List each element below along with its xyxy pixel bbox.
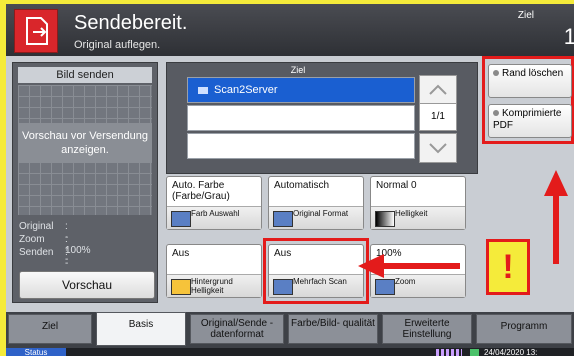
preview-info-original: Original: --- xyxy=(19,221,69,265)
destination-count: 1 xyxy=(563,24,574,49)
tab-destination[interactable]: Ziel xyxy=(8,314,92,344)
tab-program[interactable]: Programm xyxy=(476,314,572,344)
color-selection-button[interactable]: Auto. Farbe (Farbe/Grau) Farb Auswahl xyxy=(166,176,262,230)
background-density-button[interactable]: Aus Hintergrund Helligkeit xyxy=(166,244,262,298)
document-arrow-icon xyxy=(26,17,48,45)
destination-row-selected[interactable]: Scan2Server xyxy=(187,77,415,103)
background-density-icon xyxy=(171,279,191,295)
highlight-box-multiscan xyxy=(263,238,369,304)
destination-row-empty[interactable] xyxy=(187,105,415,131)
page-subtitle: Original auflegen. xyxy=(74,39,161,51)
arrow-up-head-icon xyxy=(544,170,568,196)
device-status-icon xyxy=(470,349,479,356)
tab-bar: Ziel Basis Original/Sende -datenformat F… xyxy=(6,312,574,348)
chevron-up-icon xyxy=(429,84,447,95)
density-button[interactable]: Normal 0 Helligkeit xyxy=(370,176,466,230)
tab-color-quality[interactable]: Farbe/Bild- qualität xyxy=(288,314,378,344)
chevron-down-icon xyxy=(429,143,447,154)
mail-icon xyxy=(198,86,208,94)
home-button[interactable] xyxy=(14,9,58,53)
tab-basic[interactable]: Basis xyxy=(96,312,186,346)
arrow-up-icon xyxy=(553,194,559,264)
status-button[interactable]: Status xyxy=(6,348,66,356)
preview-message: Vorschau vor Versendung anzeigen. xyxy=(18,123,152,163)
top-bar: Sendebereit. Original auflegen. Ziel 1 xyxy=(6,4,574,56)
destination-list: Ziel Scan2Server 1/1 xyxy=(166,62,478,174)
original-size-button[interactable]: Automatisch Original Format xyxy=(268,176,364,230)
preview-info-send: Senden: --- xyxy=(19,247,69,291)
preview-header: Bild senden xyxy=(18,67,152,83)
status-bar: Status 24/04/2020 13: xyxy=(6,348,574,356)
compressed-pdf-button[interactable]: Komprimierte PDF xyxy=(488,104,572,138)
destination-label: Ziel xyxy=(517,10,534,21)
scroll-up-button[interactable] xyxy=(419,75,457,105)
preview-info-zoom: Zoom: 100% xyxy=(19,234,91,256)
scroll-down-button[interactable] xyxy=(419,133,457,163)
indicator-icon xyxy=(493,70,499,76)
indicator-icon xyxy=(493,110,499,116)
original-size-icon xyxy=(273,211,293,227)
zoom-button[interactable]: 100% Zoom xyxy=(370,244,466,298)
density-icon xyxy=(375,211,395,227)
page-title: Sendebereit. xyxy=(74,12,188,34)
toner-icon xyxy=(436,349,462,356)
color-mode-icon xyxy=(171,211,191,227)
destination-row-empty[interactable] xyxy=(187,133,415,159)
tab-original-format[interactable]: Original/Sende -datenformat xyxy=(190,314,284,344)
warning-callout: ! xyxy=(486,239,530,295)
panel-screen: Sendebereit. Original auflegen. Ziel 1 B… xyxy=(6,4,574,356)
arrow-left-icon xyxy=(380,263,460,269)
preview-button[interactable]: Vorschau xyxy=(19,271,155,299)
preview-area: Vorschau vor Versendung anzeigen. xyxy=(18,85,152,215)
tab-advanced[interactable]: Erweiterte Einstellung xyxy=(382,314,472,344)
arrow-left-head-icon xyxy=(358,254,384,278)
destination-list-header: Ziel xyxy=(290,65,306,75)
zoom-icon xyxy=(375,279,395,295)
preview-panel: Bild senden Vorschau vor Versendung anze… xyxy=(12,62,158,303)
status-datetime: 24/04/2020 13: xyxy=(484,348,538,356)
border-erase-button[interactable]: Rand löschen xyxy=(488,64,572,98)
page-indicator: 1/1 xyxy=(419,103,457,131)
